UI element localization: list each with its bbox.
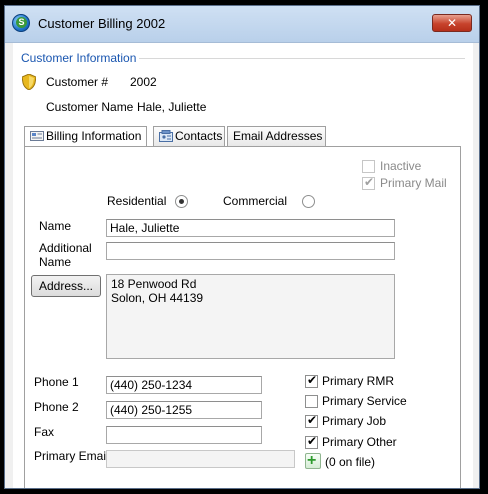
shield-icon (22, 74, 36, 90)
tab-contacts-label: Contacts (175, 129, 223, 143)
phone-2-label: Phone 2 (34, 400, 79, 414)
customer-name-value: Hale, Juliette (137, 100, 207, 114)
primary-service-label: Primary Service (322, 394, 407, 408)
primary-other-checkbox[interactable]: ✔ (305, 434, 318, 449)
billing-icon (30, 131, 44, 141)
plus-icon: + (307, 452, 317, 469)
primary-mail-label: Primary Mail (380, 176, 447, 190)
residential-radio[interactable] (175, 195, 188, 208)
inactive-checkbox[interactable] (362, 160, 375, 173)
fax-label: Fax (34, 425, 55, 439)
commercial-label: Commercial (223, 194, 288, 208)
primary-service-checkbox[interactable] (305, 395, 318, 408)
contacts-icon (159, 130, 173, 142)
customer-billing-window: S Customer Billing 2002 ✕ Customer Infor… (4, 5, 480, 489)
app-logo-icon[interactable]: S (12, 14, 30, 32)
app-logo-letter: S (16, 17, 27, 28)
emails-on-file-label: (0 on file) (325, 455, 376, 469)
additional-name-label-line1: Additional (39, 241, 92, 255)
additional-name-label-line2: Name (39, 255, 72, 269)
close-button[interactable]: ✕ (432, 14, 472, 32)
commercial-radio[interactable] (302, 195, 315, 208)
primary-job-check-mark: ✔ (307, 413, 318, 427)
residential-radio-dot (179, 199, 184, 204)
primary-job-checkbox[interactable]: ✔ (305, 413, 318, 428)
phone-2-field[interactable]: (440) 250-1255 (106, 401, 262, 419)
add-email-button[interactable]: + (305, 452, 321, 469)
window-title: Customer Billing 2002 (38, 16, 166, 31)
primary-rmr-check-mark: ✔ (307, 373, 318, 387)
title-bar[interactable]: S Customer Billing 2002 ✕ (5, 6, 479, 43)
primary-rmr-label: Primary RMR (322, 374, 394, 388)
primary-mail-checkbox[interactable]: ✔ (362, 175, 375, 190)
group-divider (139, 58, 465, 59)
name-label: Name (39, 219, 72, 233)
customer-number-label: Customer # (46, 75, 109, 89)
name-field[interactable]: Hale, Juliette (106, 219, 395, 237)
primary-job-label: Primary Job (322, 414, 387, 428)
primary-rmr-checkbox[interactable]: ✔ (305, 373, 318, 388)
residential-label: Residential (107, 194, 167, 208)
address-button[interactable]: Address... (31, 275, 101, 297)
tab-billing-information[interactable]: Billing Information (24, 126, 147, 147)
primary-mail-check-mark: ✔ (364, 175, 375, 189)
customer-number-value: 2002 (130, 75, 157, 89)
address-line-2: Solon, OH 44139 (111, 291, 204, 305)
tab-contacts[interactable]: Contacts (153, 126, 225, 146)
tab-email-addresses-label: Email Addresses (233, 129, 323, 143)
phone-1-field[interactable]: (440) 250-1234 (106, 376, 262, 394)
fax-field[interactable] (106, 426, 262, 444)
billing-information-panel: Inactive ✔ Primary Mail Residential Comm… (24, 146, 461, 488)
primary-other-label: Primary Other (322, 435, 397, 449)
inactive-label: Inactive (380, 159, 422, 173)
address-field[interactable]: 18 Penwood Rd Solon, OH 44139 (106, 274, 395, 359)
phone-1-label: Phone 1 (34, 375, 79, 389)
primary-email-label: Primary Email (34, 449, 109, 463)
tab-billing-information-label: Billing Information (46, 129, 142, 143)
window-client-area: Customer Information Customer # 2002 Cus… (13, 43, 473, 488)
close-icon: ✕ (446, 16, 458, 30)
customer-information-heading: Customer Information (21, 51, 137, 65)
primary-email-field[interactable] (106, 450, 295, 468)
primary-other-check-mark: ✔ (307, 434, 318, 448)
customer-name-label: Customer Name (46, 100, 134, 114)
tab-email-addresses[interactable]: Email Addresses (227, 126, 326, 146)
address-line-1: 18 Penwood Rd (111, 277, 197, 291)
additional-name-field[interactable] (106, 242, 395, 260)
